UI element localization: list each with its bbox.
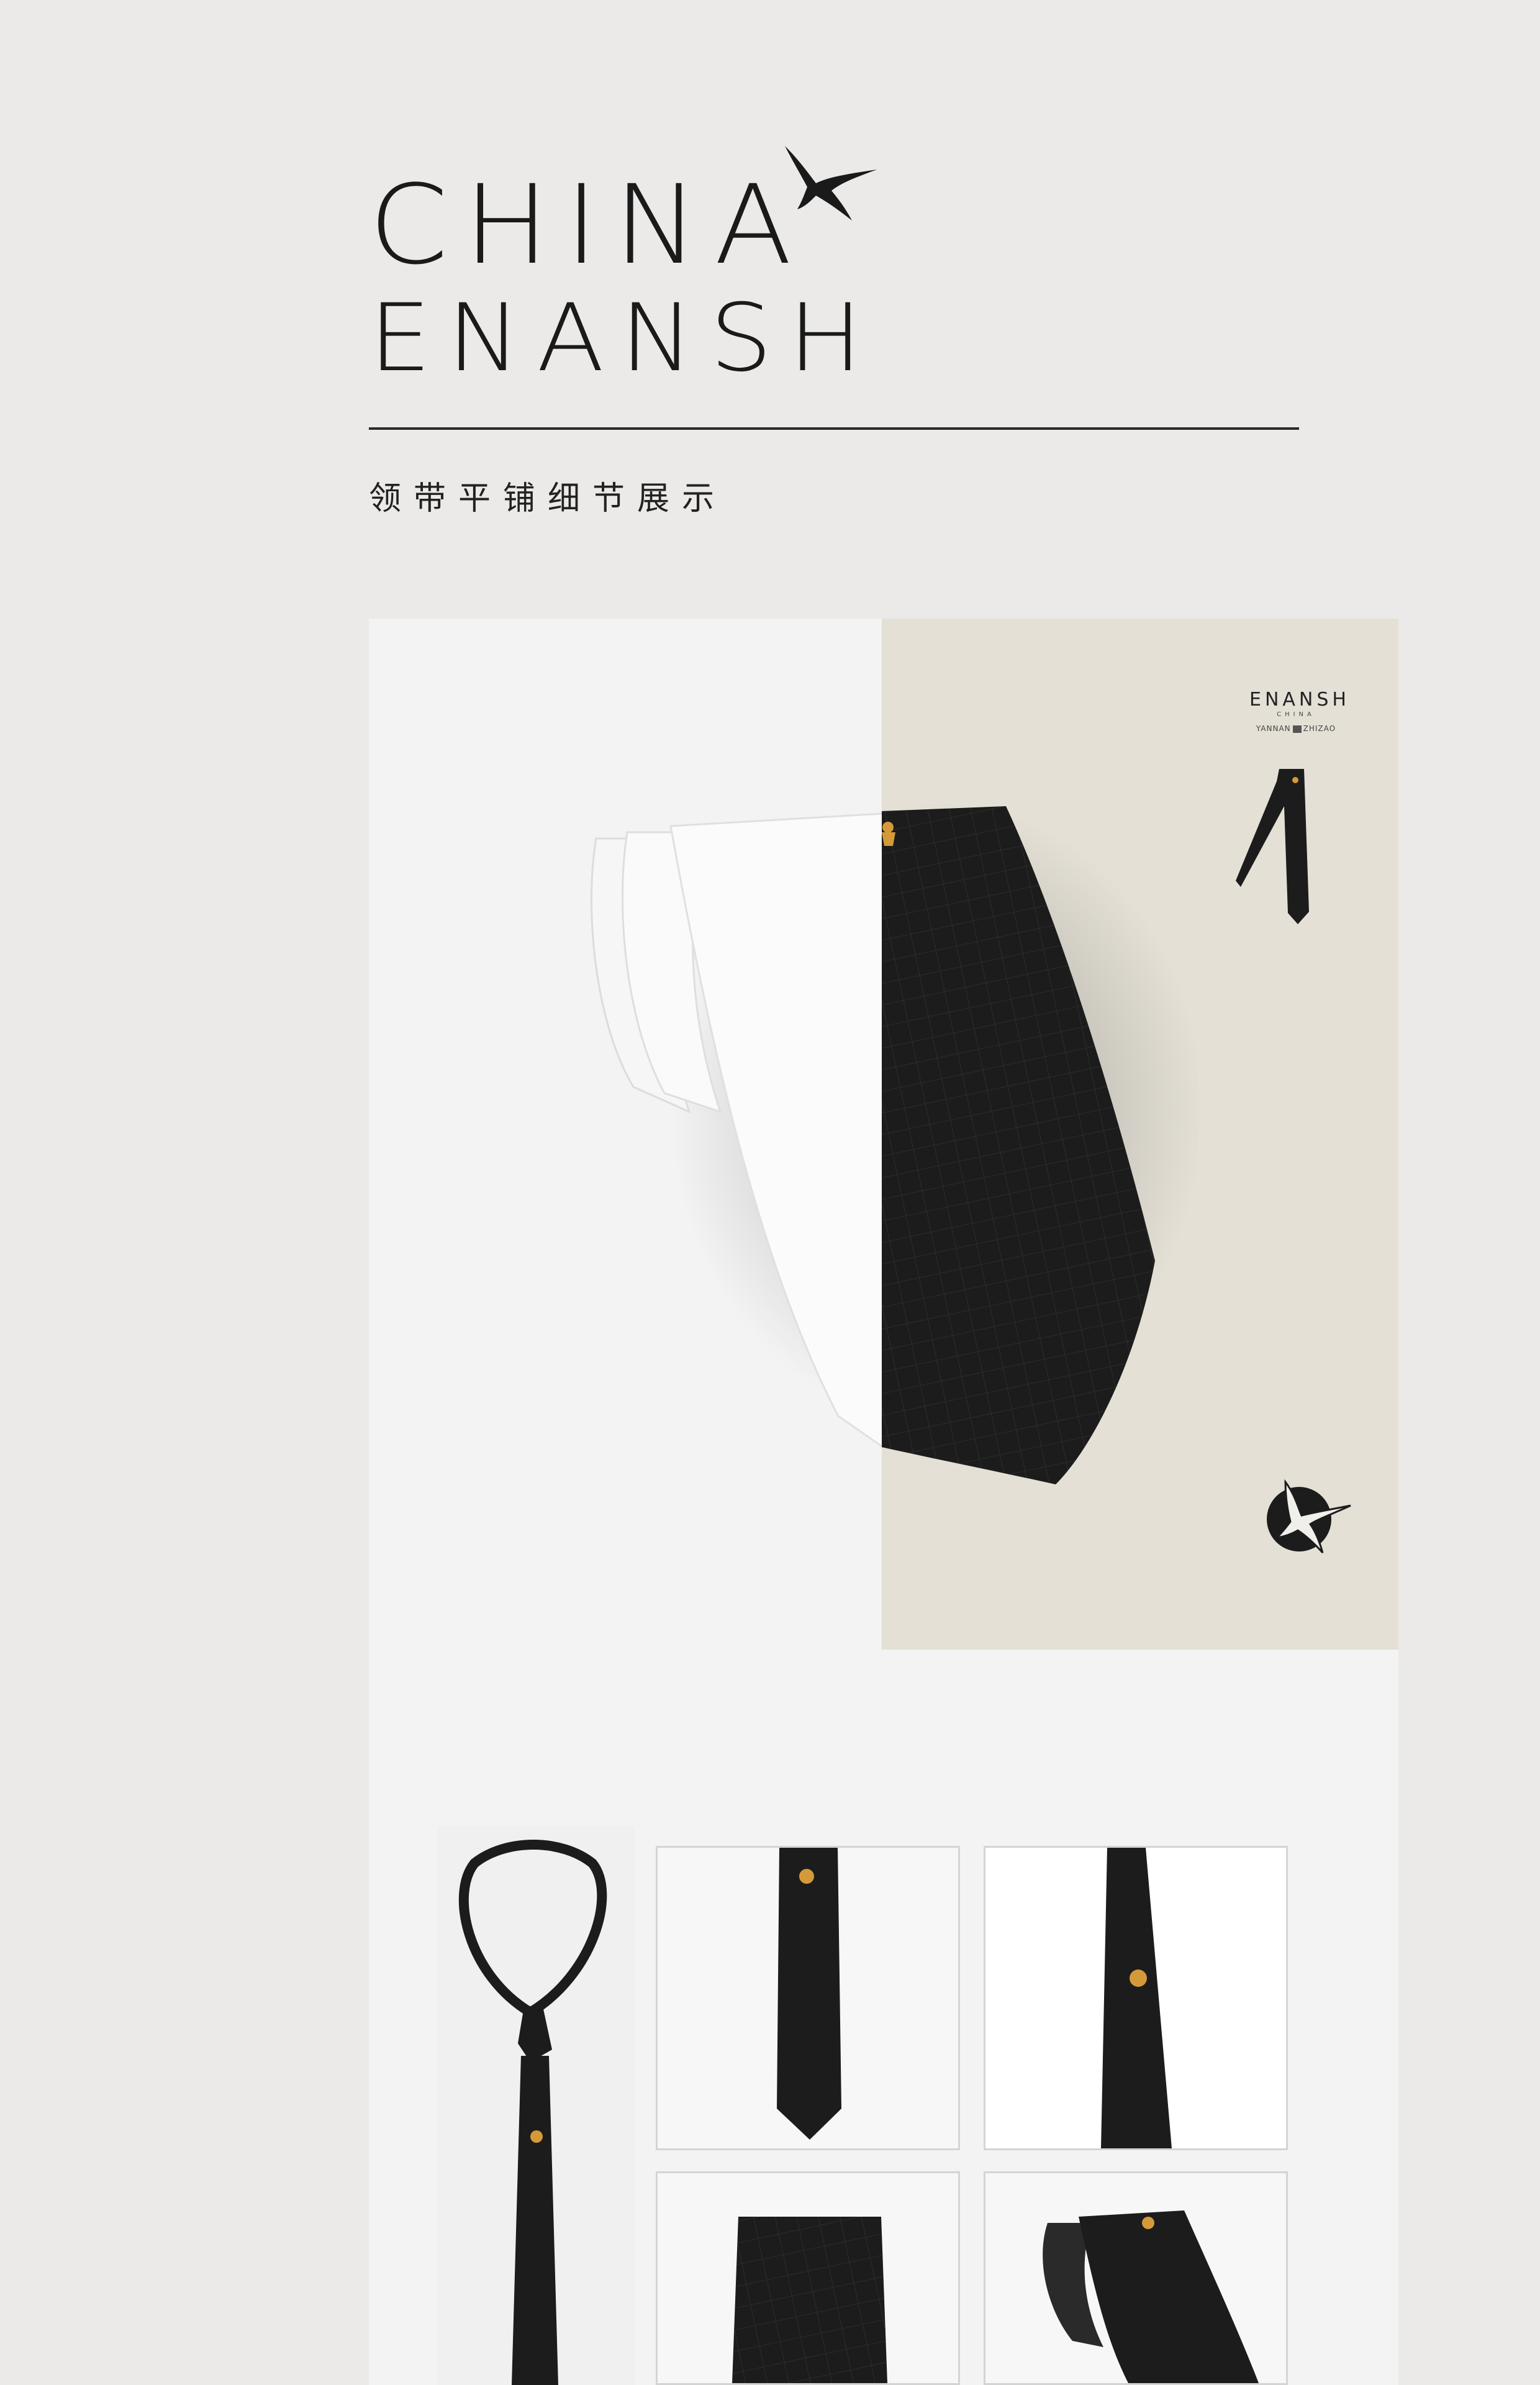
thumbnail-tie-knot[interactable] — [437, 1826, 635, 2385]
brand-logo: CHINA ENANSH — [369, 134, 877, 394]
small-brand-caption: YANNAN ZHIZAO — [1249, 723, 1343, 734]
thumbnail-tie-front[interactable] — [656, 1846, 960, 2150]
thumbnail-tie-fabric[interactable] — [656, 2171, 960, 2385]
logo-line-enansh: ENANSH — [369, 284, 879, 393]
thumbnail-tie-rolled[interactable] — [984, 2171, 1288, 2385]
page-subtitle: 领带平铺细节展示 — [369, 480, 727, 517]
brand-caption-right: ZHIZAO — [1303, 724, 1336, 733]
mini-tie-image — [1236, 769, 1309, 924]
small-brand-sub: CHINA — [1277, 711, 1315, 718]
brand-caption-left: YANNAN — [1256, 724, 1291, 733]
header-divider — [369, 427, 1299, 430]
thumbnail-tie-hanging[interactable] — [984, 1846, 1288, 2150]
swallow-logo-icon — [785, 146, 877, 220]
rolled-tie-image — [591, 801, 1198, 1484]
small-brand-name: ENANSH — [1249, 689, 1350, 711]
brand-square-icon — [1292, 725, 1302, 733]
logo-line-china: CHINA — [369, 161, 808, 289]
small-brand-mark: ENANSH CHINA YANNAN ZHIZAO — [1249, 689, 1350, 734]
round-swallow-logo-icon — [1267, 1479, 1351, 1553]
